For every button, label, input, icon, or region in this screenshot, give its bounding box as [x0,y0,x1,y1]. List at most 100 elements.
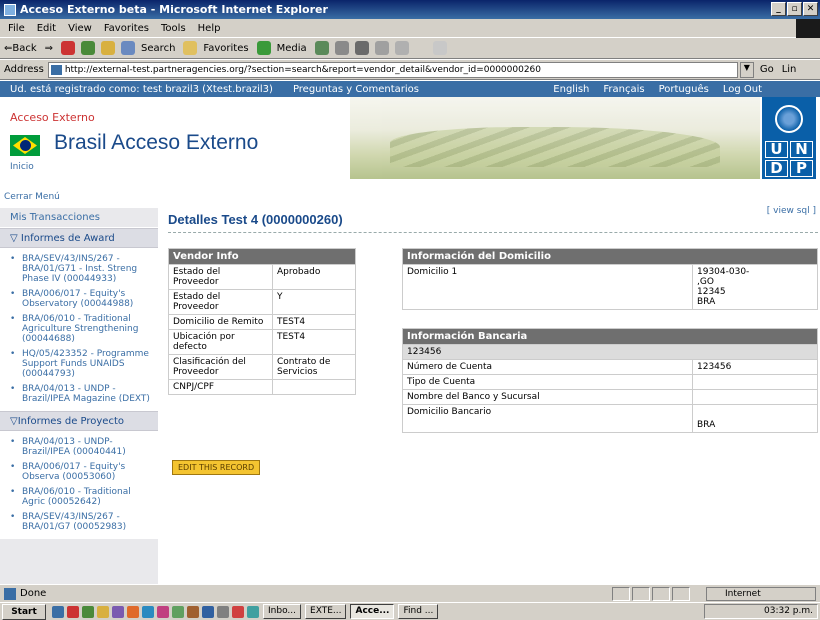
field-value: Aprobado [272,264,356,290]
close-button[interactable]: ✕ [803,2,818,16]
mis-transacciones-link[interactable]: Mis Transacciones [0,208,158,228]
view-sql-link[interactable]: [ view sql ] [767,206,816,216]
taskbar: Start Inbo... EXTE... Acce... Find ... 0… [0,602,820,620]
history-icon[interactable] [314,41,329,55]
menu-edit[interactable]: Edit [31,23,62,34]
main-content: [ view sql ] Detalles Test 4 (0000000260… [168,198,820,584]
app-icon[interactable] [232,605,244,618]
app-icon[interactable] [97,605,109,618]
app-icon[interactable] [202,605,214,618]
page-title: Detalles Test 4 (0000000260) [168,212,343,227]
go-button[interactable]: Go [760,64,774,75]
menu-favorites[interactable]: Favorites [98,23,155,34]
task-find[interactable]: Find ... [398,604,439,619]
menu-view[interactable]: View [62,23,98,34]
lang-francais[interactable]: Français [603,84,644,95]
status-text: Done [20,588,47,599]
address-input[interactable]: http://external-test.partneragencies.org… [47,61,738,78]
inicio-link[interactable]: Inicio [10,162,34,172]
list-item[interactable]: BRA/006/017 - Equity's Observa (00053060… [0,460,158,485]
ie-icon[interactable] [52,605,64,618]
undp-logo: U N D P [762,97,816,179]
table-row: Clasificación del Proveedor Contrato de S… [168,354,356,380]
minimize-button[interactable]: _ [771,2,786,16]
list-item[interactable]: BRA/06/010 - Traditional Agriculture Str… [0,312,158,347]
app-icon[interactable] [187,605,199,618]
app-icon[interactable] [217,605,229,618]
field-label: Estado del Proveedor [168,264,273,290]
search-icon [121,41,136,55]
maximize-button[interactable]: ▫ [787,2,802,16]
field-label: Clasificación del Proveedor [168,354,273,380]
field-value [692,374,818,390]
bancaria-header: Información Bancaria [402,328,818,345]
cerrar-menu-link[interactable]: Cerrar Menú [4,192,60,202]
menu-tools[interactable]: Tools [155,23,192,34]
list-item[interactable]: BRA/06/010 - Traditional Agric (00052642… [0,485,158,510]
search-button[interactable]: Search [141,43,175,54]
field-label: CNPJ/CPF [168,379,273,395]
app-icon[interactable] [172,605,184,618]
start-button[interactable]: Start [2,603,46,620]
brazil-flag-icon [10,135,40,156]
field-label: Domicilio de Remito [168,314,273,330]
home-icon[interactable] [101,41,116,55]
address-dropdown-icon[interactable]: ▼ [739,61,754,78]
mail-icon[interactable] [334,41,349,55]
media-button[interactable]: Media [277,43,307,54]
field-value: TEST4 [272,329,356,355]
forward-icon[interactable]: ⇒ [45,43,53,54]
windows-flag-icon [796,19,820,38]
messenger-icon[interactable] [432,41,447,55]
award-section-header[interactable]: ▽ Informes de Award [0,228,158,248]
app-icon[interactable] [82,605,94,618]
field-value: Y [272,289,356,315]
undp-letter: P [790,160,813,177]
table-row: Número de Cuenta 123456 [402,359,818,375]
favorites-button[interactable]: Favorites [203,43,248,54]
print-icon[interactable] [354,41,369,55]
app-icon[interactable] [112,605,124,618]
lang-portugues[interactable]: Português [659,84,709,95]
refresh-icon[interactable] [81,41,96,55]
banner-image [350,97,760,179]
edit-record-button[interactable]: EDIT THIS RECORD [172,460,261,475]
edit-icon[interactable] [374,41,389,55]
award-section-title: Informes de Award [20,233,115,244]
list-item[interactable]: BRA/SEV/43/INS/267 - BRA/01/G71 - Inst. … [0,252,158,287]
back-button[interactable]: ⇐Back [4,43,37,54]
app-icon[interactable] [247,605,259,618]
app-icon[interactable] [127,605,139,618]
list-item[interactable]: BRA/04/013 - UNDP - Brazil/IPEA Magazine… [0,382,158,407]
divider [168,232,818,233]
lang-english[interactable]: English [553,84,589,95]
discuss-icon[interactable] [394,41,409,55]
address-label: Address [4,64,44,75]
links-button[interactable]: Lin [782,64,797,75]
app-icon[interactable] [157,605,169,618]
menu-help[interactable]: Help [192,23,227,34]
zone-label: Internet [725,589,761,599]
app-icon[interactable] [67,605,79,618]
task-inbox[interactable]: Inbo... [263,604,302,619]
status-segment [632,587,650,601]
table-row: Tipo de Cuenta [402,374,818,390]
app-icon[interactable] [142,605,154,618]
logout-link[interactable]: Log Out [723,84,762,95]
preguntas-link[interactable]: Preguntas y Comentarios [293,84,419,95]
list-item[interactable]: BRA/SEV/43/INS/267 - BRA/01/G7 (00052983… [0,510,158,535]
proyecto-section-header[interactable]: ▽Informes de Proyecto [0,411,158,431]
task-exte[interactable]: EXTE... [305,604,347,619]
list-item[interactable]: BRA/006/017 - Equity's Observatory (0004… [0,287,158,312]
list-item[interactable]: HQ/05/423352 - Programme Support Funds U… [0,347,158,382]
stop-icon[interactable] [61,41,76,55]
status-bar: Done Internet [0,584,820,602]
table-row: 123456 [402,344,818,360]
menu-file[interactable]: File [2,23,31,34]
bancaria-table: Información Bancaria 123456 Número de Cu… [402,328,818,433]
list-item[interactable]: BRA/04/013 - UNDP- Brazil/IPEA (00040441… [0,435,158,460]
task-acceso[interactable]: Acce... [350,604,395,619]
table-row: Estado del Proveedor Aprobado [168,264,356,290]
table-row: Estado del Proveedor Y [168,289,356,315]
address-value: 19304-030- ,GO 12345 BRA [692,264,818,310]
